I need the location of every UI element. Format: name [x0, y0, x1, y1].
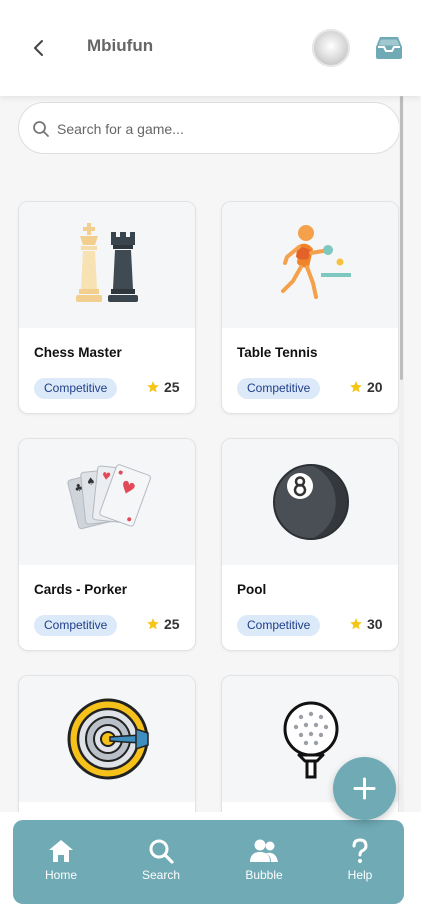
star-icon [147, 618, 159, 630]
star-icon [350, 618, 362, 630]
game-title: Chess Master [34, 345, 122, 360]
rating-value: 25 [164, 379, 180, 395]
nav-item-bubble[interactable]: Bubble [229, 838, 299, 888]
rating-value: 30 [367, 616, 383, 632]
rating-value: 25 [164, 616, 180, 632]
category-badge: Competitive [237, 615, 321, 636]
nav-label: Help [347, 868, 373, 882]
page-title: Mbiufun [87, 36, 154, 55]
game-title: Table Tennis [237, 345, 318, 360]
star-icon [147, 381, 159, 393]
game-card[interactable]: Pool Competitive 30 [221, 438, 399, 651]
users-icon [250, 839, 278, 862]
game-image [19, 202, 195, 328]
chess-icon [76, 223, 138, 302]
rating-value: 20 [367, 379, 383, 395]
game-list[interactable]: Chess Master Competitive 25 Table Tennis… [0, 96, 421, 812]
game-card[interactable]: ♣ ♠ ♥ Cards - Porker Competitive 25 [18, 438, 196, 651]
category-badge: Competitive [237, 378, 321, 399]
game-title: Cards - Porker [34, 582, 128, 597]
game-image [222, 439, 398, 565]
table-tennis-icon [281, 225, 351, 299]
app-header: Mbiufun [0, 0, 421, 96]
back-arrow-icon[interactable] [26, 34, 52, 62]
avatar[interactable] [312, 29, 350, 67]
search-icon [149, 839, 174, 864]
nav-item-help[interactable]: Help [325, 838, 395, 888]
svg-text:♠: ♠ [86, 476, 96, 488]
nav-item-search[interactable]: Search [126, 838, 196, 888]
svg-text:♥: ♥ [101, 471, 111, 483]
game-image: ♣ ♠ ♥ [19, 439, 195, 565]
star-icon [350, 381, 362, 393]
search-bar[interactable] [18, 102, 400, 154]
nav-bar: Home Search Bubble Help [13, 820, 404, 904]
game-card[interactable] [18, 675, 196, 812]
nav-label: Bubble [245, 868, 283, 882]
inbox-icon[interactable] [374, 36, 404, 60]
bottom-navigation: Home Search Bubble Help [0, 812, 421, 909]
category-badge: Competitive [34, 615, 118, 636]
dartboard-icon [67, 698, 149, 780]
nav-item-home[interactable]: Home [26, 838, 96, 888]
search-icon [33, 121, 49, 137]
game-card[interactable]: Table Tennis Competitive 20 [221, 201, 399, 414]
category-badge: Competitive [34, 378, 118, 399]
add-button[interactable] [333, 757, 396, 820]
scrollbar-thumb[interactable] [400, 96, 403, 380]
playing-cards-icon: ♣ ♠ ♥ [67, 464, 151, 530]
nav-label: Search [141, 868, 181, 882]
game-title: Pool [237, 582, 267, 597]
game-image [19, 676, 195, 802]
search-input[interactable] [57, 118, 377, 140]
nav-label: Home [44, 868, 77, 882]
game-image [222, 202, 398, 328]
home-icon [49, 840, 73, 862]
help-icon [352, 838, 368, 863]
plus-icon [353, 777, 376, 800]
eight-ball-icon [273, 464, 349, 540]
game-card[interactable]: Chess Master Competitive 25 [18, 201, 196, 414]
